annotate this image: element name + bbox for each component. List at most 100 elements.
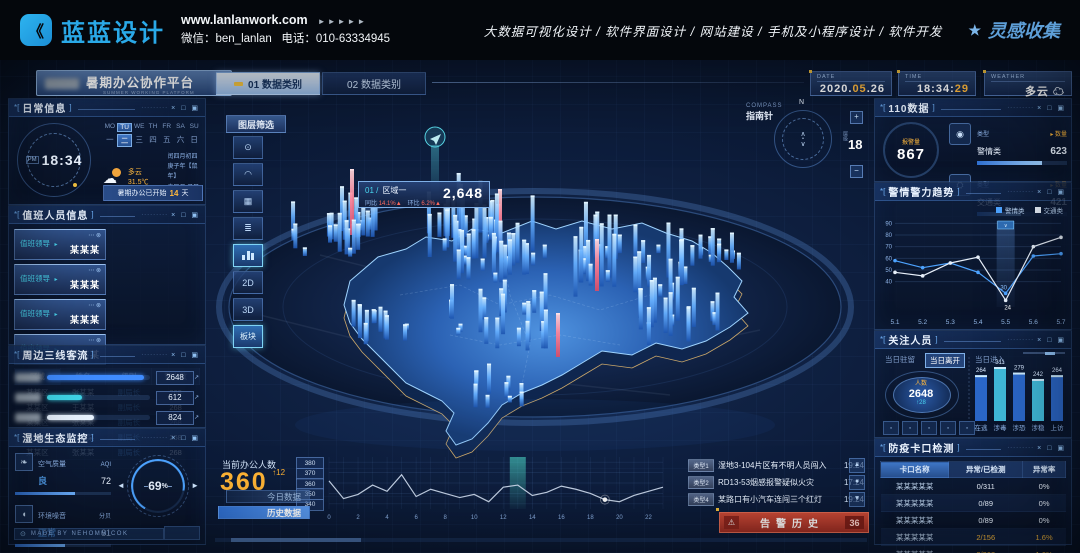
duty-leader-card[interactable]: 值班领导 ▸⋯ ⊗某某某 [14,299,106,330]
card-more-icon[interactable]: ⋯ ⊗ [88,337,101,344]
window-controls[interactable]: × □ ▣ [171,104,200,112]
panel-daily-info: *[日常信息]·········× □ ▣ PM 18:34 MOTUWETHF… [8,98,206,205]
window-controls[interactable]: × □ ▣ [171,351,200,359]
time-value: 18:34:29 [905,83,969,95]
week-day[interactable]: 一 [103,134,117,147]
week-day[interactable]: MO [103,123,117,132]
svg-text:0: 0 [327,515,331,521]
tab-data-category-1[interactable]: 01 数据类别 [216,72,320,95]
alert-scroll-down-button[interactable]: ▼ [849,492,865,507]
weather-icon: ☁ [103,170,121,185]
signal-layer-button[interactable]: ◠ [233,163,263,186]
duty-leader-card[interactable]: 值班领导 ▸⋯ ⊗某某某 [14,264,106,295]
week-day[interactable]: 三 [132,134,146,147]
inspiration-collect-link[interactable]: ★ 灵感收集 [968,17,1060,43]
alert-history-button[interactable]: ⚠ 告警历史 36 [719,512,869,533]
tab-data-category-2[interactable]: 02 数据类别 [322,72,426,95]
week-day[interactable]: SA [174,123,188,132]
panel-title-bar: *[110数据]·········× □ ▣ [875,99,1071,117]
title-dots: ········· [1007,105,1034,111]
focus-gauge-label: 人数 [915,381,927,388]
week-day[interactable]: 五 [160,134,174,147]
mode-2d-button[interactable]: 2D [233,271,263,294]
eco-metric: ◖环境噪音正常分贝61 [15,505,111,547]
focus-tab[interactable]: 当日驻留 [881,353,919,368]
title-bracket-icon: ] [957,187,959,196]
svg-text:5.3: 5.3 [946,319,955,326]
card-more-icon[interactable]: ⋯ ⊗ [88,267,101,274]
alarm-type-row: ◉类型警情类▸ 数量623 [949,123,1067,165]
window-controls[interactable]: × □ ▣ [1037,336,1066,344]
today-data-button[interactable]: 今日数据 [226,490,310,503]
title-bracket-icon: ] [935,335,937,344]
compass-crosshair: ∧•∨ [775,111,831,167]
panel-title-text: 值班人员信息 [22,207,88,222]
alert-item[interactable]: 类型1湿地3-104片区有不明人员闯入19:24 [688,458,864,472]
card-more-icon[interactable]: ⋯ ⊗ [88,232,101,239]
edit-icon[interactable]: ◦ [902,421,918,435]
title-bracket-icon: ] [957,443,959,452]
website-link[interactable]: www.lanlanwork.com [181,13,308,27]
title-corner-icon: *[ [14,433,19,442]
focus-tab[interactable]: 当日离开 [925,353,965,368]
svg-text:6: 6 [414,515,418,521]
title-bracket-icon: ] [91,210,93,219]
checkpoint-row: 某某某某某2/2681.6% [881,546,1066,553]
alert-scroll-dot[interactable]: ● [849,475,865,490]
alert-item[interactable]: 类型2RD13-53烟感报警疑似火灾17:24 [688,475,864,489]
target-icon[interactable]: ◦ [921,421,937,435]
gauge-left-arrow-icon[interactable]: ◄ [117,481,125,490]
week-day[interactable]: FR [160,123,174,132]
eco-footer-spacer [164,526,200,540]
panel-eco-monitor: *[湿地生态监控]·········× □ ▣ ❧空气质量良AQI72◖环境噪音… [8,428,206,545]
duty-leader-card[interactable]: 值班领导 ▸⋯ ⊗某某某 [14,229,106,260]
svg-text:279: 279 [1014,366,1025,372]
lanlan-logo[interactable]: 《 蓝蓝设计 [20,13,165,48]
logo-text: 蓝蓝设计 [61,13,165,48]
alert-history-label: 告警历史 [739,515,845,530]
week-calendar: MOTUWETHFRSASU 一二三四五六日 [103,123,201,149]
svg-text:264: 264 [1052,368,1063,374]
week-day[interactable]: SU [187,123,201,132]
chart-layer-button[interactable] [233,244,263,267]
zoom-out-button[interactable]: − [850,165,863,178]
alert-scroll-up-button[interactable]: ▲ [849,458,865,473]
history-data-button[interactable]: 历史数据 [218,506,310,519]
window-controls[interactable]: × □ ▣ [171,434,200,442]
week-day[interactable]: TH [146,123,160,132]
person-icon[interactable]: ◦ [883,421,899,435]
window-controls[interactable]: × □ ▣ [171,211,200,219]
device-layer-button[interactable]: ▦ [233,190,263,213]
bottom-scrollbar[interactable] [215,538,867,542]
title-dots: ········· [1007,337,1034,343]
mode-3d-button[interactable]: 3D [233,298,263,321]
compass-dial[interactable]: ∧•∨ [774,110,832,168]
week-day[interactable]: WE [132,123,146,132]
window-controls[interactable]: × □ ▣ [1037,444,1066,452]
checkpoint-row: 某某某某某0/890% [881,495,1066,512]
gauge-right-arrow-icon[interactable]: ► [191,481,199,490]
week-day[interactable]: 日 [187,134,201,147]
window-controls[interactable]: × □ ▣ [1037,104,1066,112]
week-day[interactable]: TU [117,123,133,132]
list-layer-button[interactable]: ≣ [233,217,263,240]
week-day[interactable]: 二 [117,134,133,147]
camera-layer-button[interactable]: ⊙ [233,136,263,159]
week-day[interactable]: 四 [146,134,160,147]
title-dots: ········· [141,352,168,358]
mode-block-button[interactable]: 板块 [233,325,263,348]
checkpoint-row: 某某某某某2/1561.6% [881,529,1066,546]
cloud-icon: ☁ [1053,86,1065,98]
alert-item[interactable]: 类型4某路口有小汽车连闯三个红灯19:24 [688,492,864,506]
checkpoint-row: 某某某某某0/3110% [881,478,1066,495]
redacted-label [15,413,41,422]
card-more-icon[interactable]: ⋯ ⊗ [88,302,101,309]
zoom-in-button[interactable]: + [850,111,863,124]
layer-filter-title: 图层筛选 [226,115,286,133]
window-controls[interactable]: × □ ▣ [1037,188,1066,196]
svg-text:5.2: 5.2 [918,319,927,326]
time-plate: TIME 18:34:29 [898,71,976,96]
badge-icon[interactable]: ◦ [940,421,956,435]
week-day[interactable]: 六 [174,134,188,147]
panel-title-text: 警情警力趋势 [888,184,954,199]
